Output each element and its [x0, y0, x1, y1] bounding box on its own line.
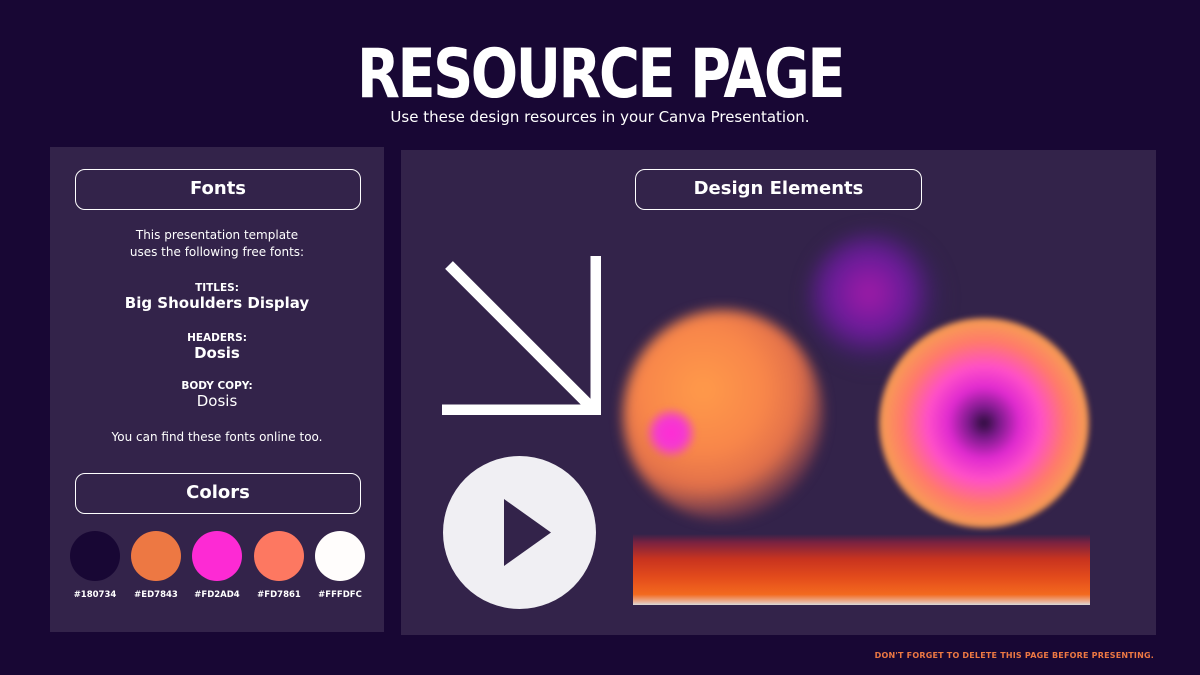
color-swatch-dark-purple [70, 531, 120, 581]
design-elements-panel: Design Elements [401, 150, 1156, 635]
color-hex-label: #ED7843 [134, 590, 178, 600]
color-swatch-orange [131, 531, 181, 581]
footer-note: DON'T FORGET TO DELETE THIS PAGE BEFORE … [874, 651, 1154, 660]
pink-ring-blur-shape[interactable] [879, 318, 1089, 528]
body-font-group: BODY COPY: Dosis [50, 380, 384, 410]
color-swatch-pink [192, 531, 242, 581]
color-hex-label: #180734 [73, 590, 117, 600]
pink-blur-dot[interactable] [646, 408, 696, 458]
body-copy-label: BODY COPY: [181, 380, 253, 392]
diagonal-arrow-icon[interactable] [441, 255, 601, 415]
fonts-colors-panel: Fonts This presentation template uses th… [50, 147, 384, 632]
color-hex-label: #FD2AD4 [194, 590, 240, 600]
headers-font-name: Dosis [194, 344, 240, 362]
fonts-intro: This presentation template uses the foll… [50, 227, 384, 261]
fonts-intro-line1: This presentation template [135, 228, 299, 242]
fonts-heading: Fonts [75, 169, 361, 210]
titles-label: TITLES: [195, 282, 239, 294]
color-swatch-coral [254, 531, 304, 581]
design-elements-heading: Design Elements [635, 169, 922, 210]
color-swatch-white [315, 531, 365, 581]
page-title: RESOURCE PAGE [356, 35, 845, 114]
headers-label: HEADERS: [187, 332, 247, 344]
page-subtitle: Use these design resources in your Canva… [390, 108, 810, 126]
colors-heading: Colors [75, 473, 361, 514]
fonts-intro-line2: uses the following free fonts: [129, 245, 305, 259]
titles-font-name: Big Shoulders Display [124, 294, 310, 312]
gradient-bar-shape[interactable] [633, 534, 1090, 605]
color-hex-label: #FD7861 [257, 590, 301, 600]
body-copy-font-name: Dosis [196, 392, 238, 410]
fonts-outro: You can find these fonts online too. [111, 430, 323, 444]
play-button-icon[interactable] [443, 456, 596, 609]
color-hex-label: #FFFDFC [318, 590, 362, 600]
titles-font-group: TITLES: Big Shoulders Display [50, 282, 384, 312]
headers-font-group: HEADERS: Dosis [50, 332, 384, 362]
